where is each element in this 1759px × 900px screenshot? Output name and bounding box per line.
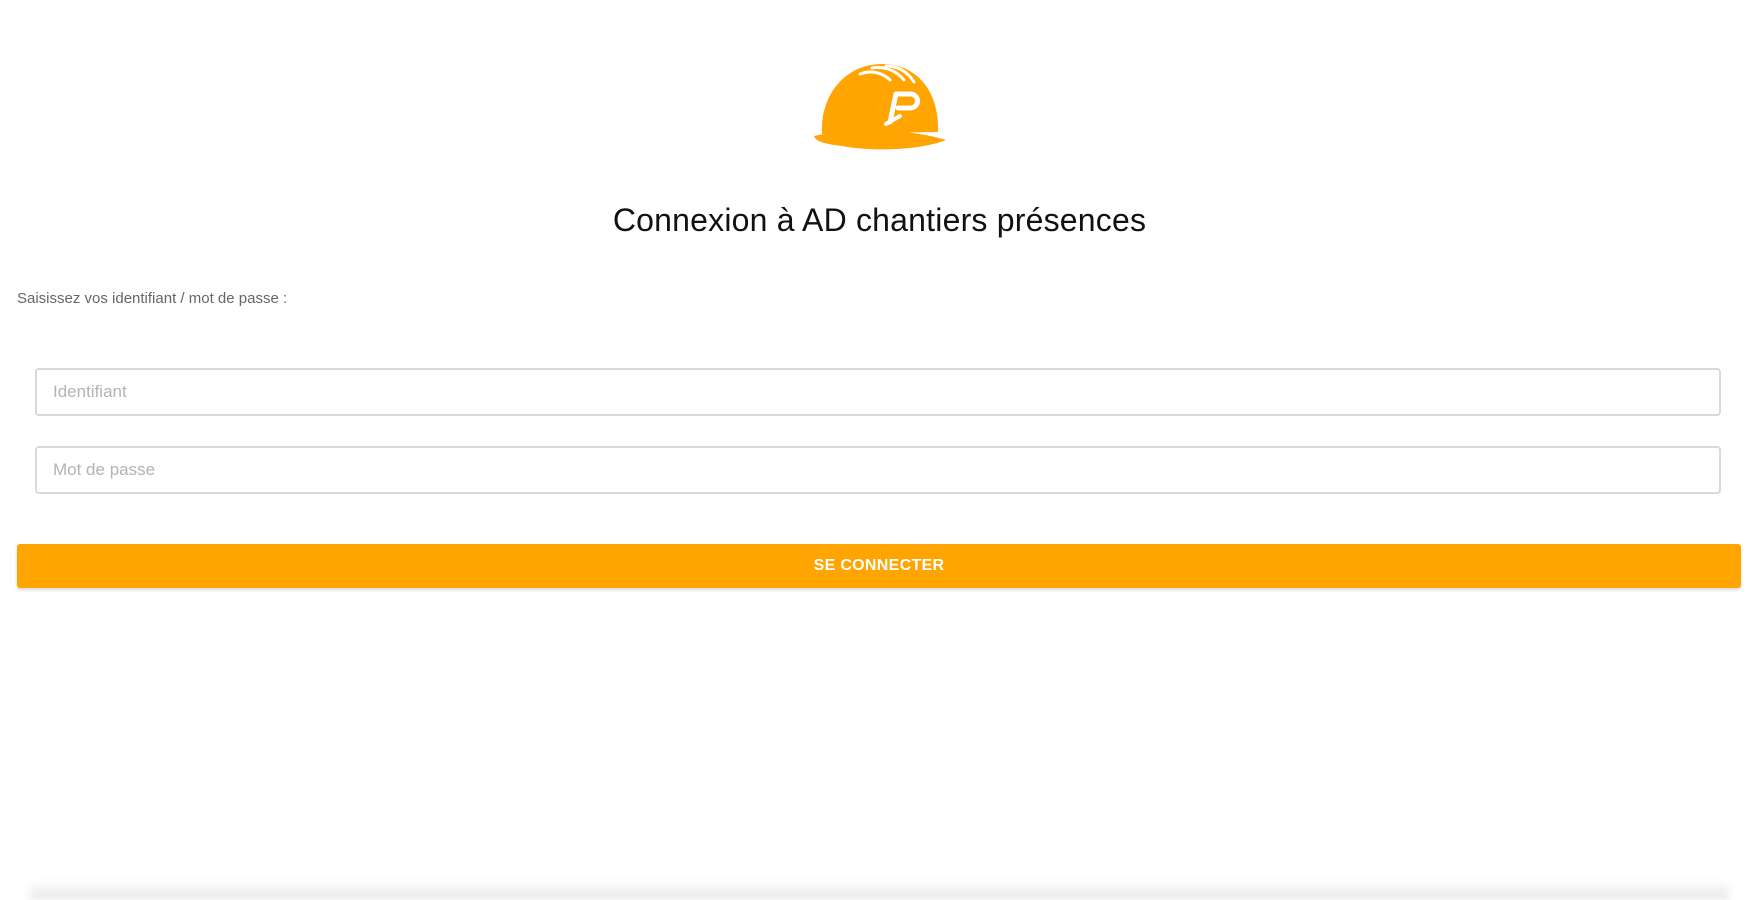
hard-hat-icon — [814, 64, 946, 150]
username-field[interactable] — [35, 368, 1721, 416]
bottom-shadow — [30, 880, 1729, 900]
page-title: Connexion à AD chantiers présences — [612, 202, 1147, 238]
login-page: Connexion à AD chantiers présences Saisi… — [0, 0, 1759, 900]
login-instructions: Saisissez vos identifiant / mot de passe… — [17, 290, 288, 307]
login-button[interactable]: SE CONNECTER — [17, 544, 1741, 588]
password-field[interactable] — [35, 446, 1721, 494]
